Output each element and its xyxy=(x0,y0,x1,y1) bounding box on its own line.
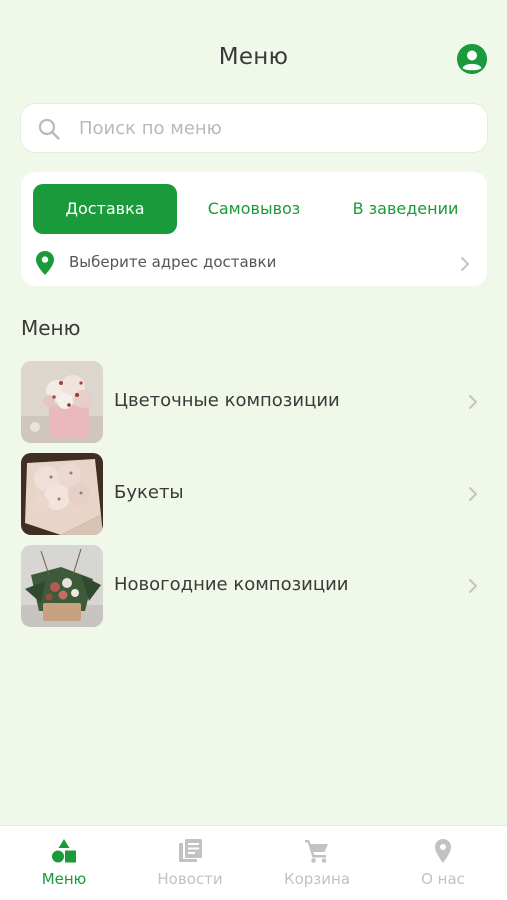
tab-about[interactable]: О нас xyxy=(380,826,506,900)
flower-arrangement-photo xyxy=(21,361,103,443)
page-title: Меню xyxy=(218,44,289,70)
category-label: Новогодние композиции xyxy=(114,574,349,595)
section-title: Меню xyxy=(21,316,81,340)
new-year-arrangement-photo xyxy=(21,545,103,627)
chevron-right-icon xyxy=(469,395,477,409)
bouquet-photo xyxy=(21,453,103,535)
news-icon xyxy=(179,839,202,862)
address-selector[interactable]: Выберите адрес доставки xyxy=(21,246,487,280)
category-item[interactable]: Новогодние композиции xyxy=(21,545,487,627)
tab-label: Корзина xyxy=(283,870,351,888)
location-icon xyxy=(435,839,451,863)
location-pin-icon xyxy=(36,251,54,275)
shapes-icon xyxy=(52,839,76,863)
address-prompt: Выберите адрес доставки xyxy=(69,253,277,271)
category-label: Цветочные композиции xyxy=(114,390,340,411)
chevron-right-icon xyxy=(469,487,477,501)
category-label: Букеты xyxy=(114,482,184,503)
chevron-right-icon xyxy=(469,579,477,593)
search-icon xyxy=(38,118,60,140)
tab-label: Новости xyxy=(157,870,223,888)
search-input[interactable] xyxy=(79,104,469,152)
category-item[interactable]: Цветочные композиции xyxy=(21,361,487,443)
tab-cart[interactable]: Корзина xyxy=(254,826,380,900)
tab-in-restaurant[interactable]: В заведении xyxy=(333,184,478,234)
chevron-right-icon xyxy=(461,257,469,271)
tab-menu[interactable]: Меню xyxy=(1,826,127,900)
account-circle-icon xyxy=(457,44,487,74)
header: Меню xyxy=(0,0,507,110)
search-bar[interactable] xyxy=(21,104,487,152)
category-item[interactable]: Букеты xyxy=(21,453,487,535)
tab-news[interactable]: Новости xyxy=(127,826,253,900)
cart-icon xyxy=(305,840,328,863)
tab-label: Меню xyxy=(41,870,87,888)
bottom-tab-bar: Меню Новости Корзина О нас xyxy=(0,825,507,900)
tab-pickup[interactable]: Самовывоз xyxy=(191,184,317,234)
profile-button[interactable] xyxy=(457,44,487,74)
tab-label: О нас xyxy=(421,870,465,888)
delivery-card: Доставка Самовывоз В заведении Выберите … xyxy=(21,172,487,286)
tab-delivery[interactable]: Доставка xyxy=(33,184,177,234)
